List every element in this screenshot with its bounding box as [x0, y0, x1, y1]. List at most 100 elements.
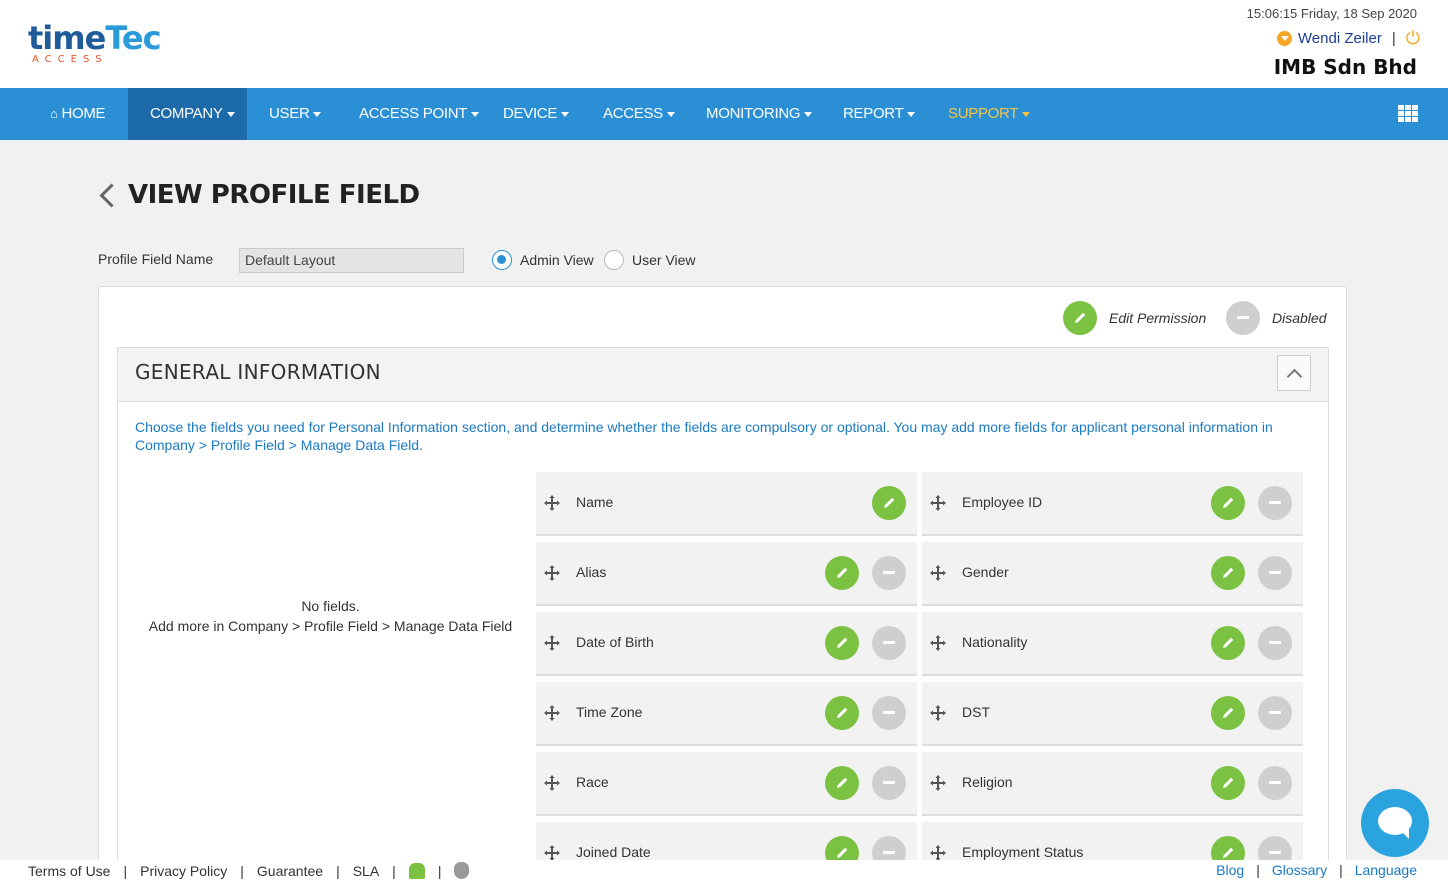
legend-edit: Edit Permission — [1063, 301, 1206, 335]
drag-move-icon[interactable] — [930, 495, 946, 511]
profile-field-card[interactable]: Religion — [922, 752, 1303, 816]
profile-field-card[interactable]: Time Zone — [536, 682, 917, 746]
no-fields-message: No fields. Add more in Company > Profile… — [148, 596, 513, 636]
radio-admin-view[interactable]: Admin View — [492, 250, 594, 270]
field-label: Gender — [962, 564, 1009, 580]
disable-field-button[interactable] — [1258, 696, 1292, 730]
footer-language-link[interactable]: Language — [1355, 862, 1417, 878]
apple-icon[interactable] — [454, 862, 470, 879]
drag-move-icon[interactable] — [544, 635, 560, 651]
timetec-logo[interactable]: timeTec ACCESS — [28, 18, 168, 72]
chat-widget-button[interactable] — [1361, 789, 1429, 857]
pencil-icon — [884, 497, 895, 508]
nav-home[interactable]: ⌂ HOME — [28, 88, 127, 140]
radio-user-view[interactable]: User View — [604, 250, 696, 270]
separator: | — [240, 862, 244, 879]
minus-icon — [1269, 851, 1281, 854]
disable-field-button[interactable] — [872, 696, 906, 730]
field-label: Time Zone — [576, 704, 643, 720]
edit-permission-button[interactable] — [825, 766, 859, 800]
nav-access[interactable]: ACCESS — [581, 88, 697, 140]
general-information-section: GENERAL INFORMATION Choose the fields yo… — [117, 347, 1329, 886]
caret-down-icon — [471, 111, 480, 117]
drag-move-icon[interactable] — [930, 635, 946, 651]
edit-permission-button[interactable] — [825, 556, 859, 590]
disable-field-button[interactable] — [872, 556, 906, 590]
android-icon[interactable] — [408, 862, 425, 879]
drag-move-icon[interactable] — [930, 775, 946, 791]
nav-company[interactable]: COMPANY — [128, 88, 247, 140]
disable-field-button[interactable] — [1258, 556, 1292, 590]
nav-user[interactable]: USER — [247, 88, 343, 140]
drag-move-icon[interactable] — [930, 565, 946, 581]
nav-support[interactable]: SUPPORT — [926, 88, 1052, 140]
disable-field-button[interactable] — [872, 626, 906, 660]
no-fields-line1: No fields. — [301, 598, 360, 614]
footer-sla-link[interactable]: SLA — [353, 863, 379, 879]
logo-text-accent: Tec — [105, 19, 161, 57]
disable-field-button[interactable] — [1258, 766, 1292, 800]
drag-move-icon[interactable] — [544, 565, 560, 581]
home-icon: ⌂ — [50, 106, 58, 121]
footer-terms-link[interactable]: Terms of Use — [28, 863, 110, 879]
pencil-icon — [837, 847, 848, 858]
edit-permission-button[interactable] — [1211, 696, 1245, 730]
profile-field-card[interactable]: Nationality — [922, 612, 1303, 676]
legend-edit-label: Edit Permission — [1109, 310, 1207, 326]
drag-move-icon[interactable] — [544, 495, 560, 511]
drag-move-icon[interactable] — [544, 845, 560, 861]
edit-permission-button[interactable] — [1211, 626, 1245, 660]
user-name-link[interactable]: Wendi Zeiler — [1298, 30, 1382, 47]
radio-selected-icon — [492, 250, 512, 270]
drag-move-icon[interactable] — [544, 775, 560, 791]
profile-field-card[interactable]: Employee ID — [922, 472, 1303, 536]
edit-permission-button[interactable] — [1211, 486, 1245, 520]
disable-field-button[interactable] — [1258, 626, 1292, 660]
edit-permission-button[interactable] — [872, 486, 906, 520]
minus-icon — [1269, 641, 1281, 644]
collapse-chevron-up-button[interactable] — [1277, 355, 1311, 391]
footer-privacy-link[interactable]: Privacy Policy — [140, 863, 227, 879]
footer-blog-link[interactable]: Blog — [1216, 862, 1244, 878]
drag-move-icon[interactable] — [544, 705, 560, 721]
logout-power-icon[interactable]: ⏻ — [1406, 28, 1420, 49]
profile-field-card[interactable]: Date of Birth — [536, 612, 917, 676]
section-description: Choose the fields you need for Personal … — [135, 419, 1273, 453]
edit-permission-button[interactable] — [825, 626, 859, 660]
pencil-icon — [837, 637, 848, 648]
back-chevron-icon[interactable] — [98, 182, 114, 208]
minus-icon — [1269, 781, 1281, 784]
edit-permission-button[interactable] — [1211, 556, 1245, 590]
nav-device[interactable]: DEVICE — [481, 88, 591, 140]
profile-field-card[interactable]: Name — [536, 472, 917, 536]
profile-field-panel: Edit Permission Disabled GENERAL INFORMA… — [98, 286, 1347, 886]
field-label: Employment Status — [962, 844, 1084, 860]
profile-field-card[interactable]: Alias — [536, 542, 917, 606]
footer-glossary-link[interactable]: Glossary — [1272, 862, 1327, 878]
pencil-icon — [837, 567, 848, 578]
edit-permission-button[interactable] — [1211, 766, 1245, 800]
drag-move-icon[interactable] — [930, 705, 946, 721]
edit-permission-button[interactable] — [825, 696, 859, 730]
minus-icon — [883, 711, 895, 714]
profile-field-card[interactable]: DST — [922, 682, 1303, 746]
nav-monitoring[interactable]: MONITORING — [684, 88, 834, 140]
drag-move-icon[interactable] — [930, 845, 946, 861]
main-navbar: ⌂ HOME COMPANY USER ACCESS POINT DEVICE … — [0, 88, 1448, 140]
apps-grid-icon[interactable] — [1398, 105, 1418, 122]
footer-guarantee-link[interactable]: Guarantee — [257, 863, 323, 879]
nav-report[interactable]: REPORT — [821, 88, 937, 140]
disable-field-button[interactable] — [1258, 486, 1292, 520]
section-title: GENERAL INFORMATION — [135, 360, 381, 384]
disable-field-button[interactable] — [872, 766, 906, 800]
footer-links-left: Terms of Use | Privacy Policy | Guarante… — [28, 862, 470, 879]
profile-field-card[interactable]: Gender — [922, 542, 1303, 606]
profile-field-card[interactable]: Race — [536, 752, 917, 816]
nav-access-point[interactable]: ACCESS POINT — [337, 88, 501, 140]
user-dropdown-icon[interactable] — [1276, 31, 1292, 46]
minus-icon — [1269, 711, 1281, 714]
logo-text-main: time — [28, 19, 106, 57]
separator: | — [1256, 862, 1260, 878]
profile-field-name-input[interactable]: Default Layout — [239, 248, 464, 273]
nav-support-label: SUPPORT — [948, 105, 1019, 122]
